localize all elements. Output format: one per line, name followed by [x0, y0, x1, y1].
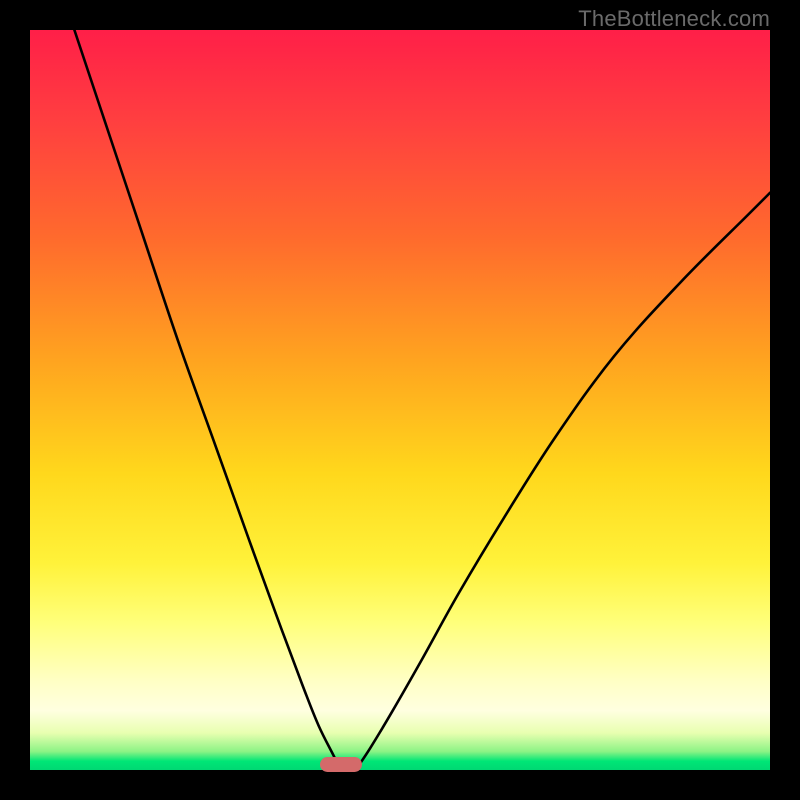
watermark-text: TheBottleneck.com — [578, 6, 770, 32]
chart-frame: TheBottleneck.com — [0, 0, 800, 800]
bottleneck-marker — [320, 757, 362, 772]
curve-right-branch — [356, 193, 770, 770]
plot-area — [30, 30, 770, 770]
bottleneck-curve — [30, 30, 770, 770]
curve-left-branch — [74, 30, 340, 770]
